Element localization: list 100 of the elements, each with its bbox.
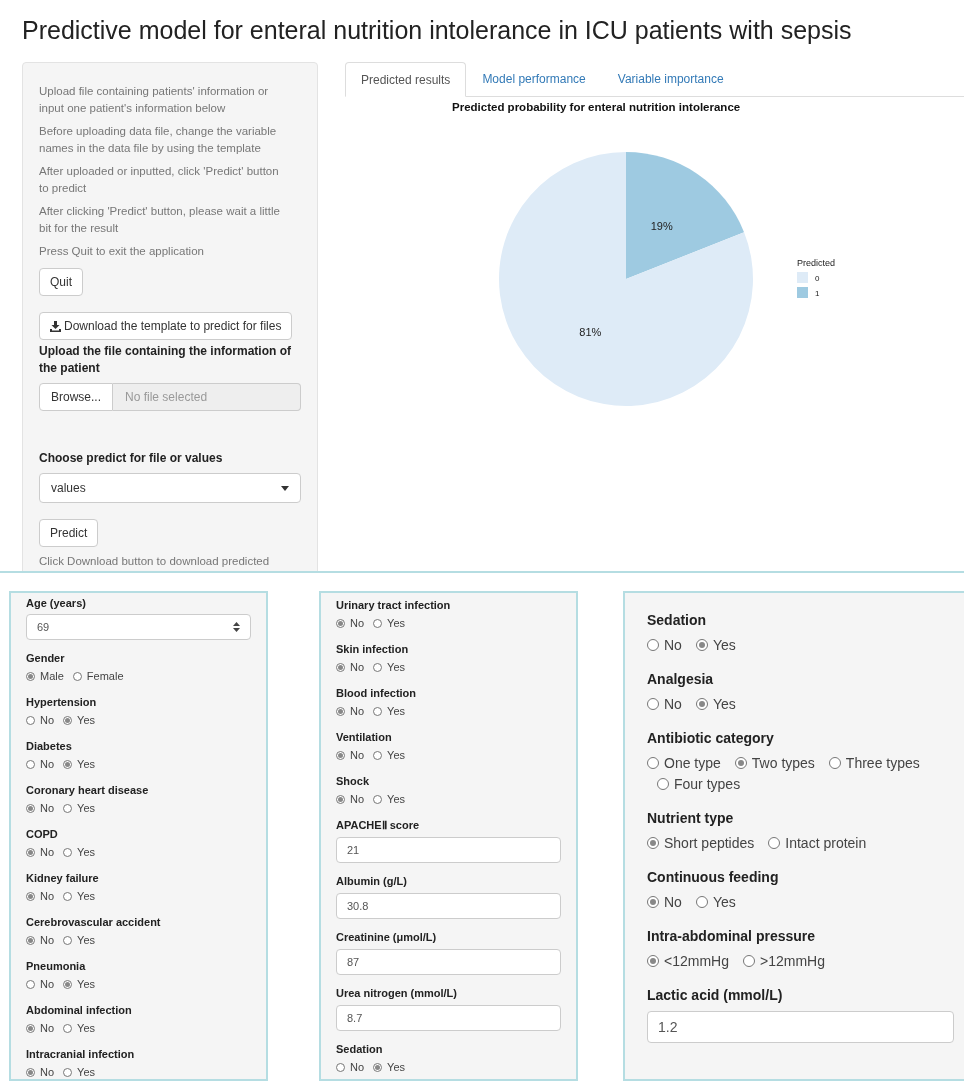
radio-label[interactable]: No [350,704,365,719]
radio-label[interactable]: Yes [77,845,95,860]
radio-button[interactable] [695,896,708,908]
input-field[interactable]: 8.7 [336,1005,561,1031]
radio-label[interactable]: Yes [77,713,95,728]
input-field[interactable]: 30.8 [336,893,561,919]
radio-button[interactable] [373,707,383,716]
radio-button[interactable] [695,639,708,651]
radio-label[interactable]: Yes [77,757,95,772]
radio-button[interactable] [336,751,345,760]
radio-button[interactable] [373,795,383,804]
radio-button[interactable] [63,760,73,769]
radio-label[interactable]: No [350,616,365,631]
mode-select[interactable]: values [39,473,301,503]
radio-button[interactable] [63,1068,73,1077]
radio-label[interactable]: Yes [387,748,405,763]
number-field[interactable]: 69 [26,614,251,640]
tab[interactable]: Model performance [466,62,602,96]
radio-label[interactable]: >12mmHg [759,951,825,971]
radio-label[interactable]: No [664,892,682,912]
radio-button[interactable] [373,751,383,760]
radio-label[interactable]: Yes [77,1065,95,1079]
radio-button[interactable] [336,707,345,716]
input-field[interactable]: 1.2 [647,1011,954,1043]
radio-button[interactable] [373,619,383,628]
radio-label[interactable]: Female [86,669,124,684]
radio-label[interactable]: Yes [77,977,95,992]
radio-label[interactable]: Four types [674,774,741,794]
radio-button[interactable] [26,716,35,725]
radio-button[interactable] [647,896,659,908]
radio-button[interactable] [26,1068,35,1077]
radio-label[interactable]: No [350,1060,365,1075]
radio-button[interactable] [336,663,345,672]
radio-button[interactable] [63,980,73,989]
radio-button[interactable] [26,892,35,901]
radio-label[interactable]: No [40,801,55,816]
radio-label[interactable]: No [40,1021,55,1036]
radio-button[interactable] [647,757,659,769]
radio-label[interactable]: Two types [751,753,815,773]
radio-label[interactable]: One type [664,753,721,773]
radio-label[interactable]: <12mmHg [664,951,729,971]
tab[interactable]: Variable importance [601,62,740,96]
radio-button[interactable] [742,955,755,967]
radio-button[interactable] [828,757,841,769]
radio-button[interactable] [63,848,73,857]
radio-button[interactable] [373,663,383,672]
input-field[interactable]: 21 [336,837,561,863]
predict-button[interactable]: Predict [39,519,99,547]
radio-button[interactable] [26,848,35,857]
radio-label[interactable]: No [350,792,365,807]
radio-label[interactable]: No [664,694,682,714]
radio-button[interactable] [657,778,669,790]
radio-button[interactable] [63,804,73,813]
radio-label[interactable]: No [40,713,55,728]
radio-label[interactable]: No [40,757,55,772]
radio-button[interactable] [63,936,73,945]
radio-label[interactable]: No [664,635,682,655]
radio-button[interactable] [26,980,35,989]
radio-button[interactable] [63,1024,73,1033]
radio-label[interactable]: Yes [77,1021,95,1036]
radio-button[interactable] [26,936,35,945]
radio-button[interactable] [336,1063,345,1072]
radio-label[interactable]: Yes [387,660,405,675]
radio-button[interactable] [63,716,73,725]
radio-label[interactable]: Yes [387,792,405,807]
radio-label[interactable]: Yes [712,892,736,912]
radio-label[interactable]: Yes [712,694,736,714]
radio-button[interactable] [647,698,659,710]
quit-button[interactable]: Quit [39,268,83,296]
radio-label[interactable]: Short peptides [664,833,755,853]
radio-label[interactable]: No [40,1065,55,1079]
radio-label[interactable]: Male [40,669,64,684]
radio-button[interactable] [72,672,82,681]
radio-button[interactable] [26,760,35,769]
radio-button[interactable] [647,837,659,849]
radio-label[interactable]: Yes [77,801,95,816]
radio-button[interactable] [373,1063,383,1072]
radio-button[interactable] [647,639,659,651]
radio-button[interactable] [336,795,345,804]
radio-button[interactable] [26,672,35,681]
radio-button[interactable] [768,837,781,849]
radio-label[interactable]: Yes [387,704,405,719]
radio-label[interactable]: No [350,748,365,763]
radio-button[interactable] [63,892,73,901]
radio-label[interactable]: No [40,933,55,948]
radio-label[interactable]: No [40,845,55,860]
radio-button[interactable] [734,757,747,769]
radio-button[interactable] [695,698,708,710]
radio-label[interactable]: Three types [845,753,920,773]
input-field[interactable]: 87 [336,949,561,975]
spinner-icon[interactable] [233,622,240,632]
radio-button[interactable] [647,955,659,967]
radio-button[interactable] [336,619,345,628]
radio-label[interactable]: Yes [712,635,736,655]
radio-label[interactable]: No [40,889,55,904]
radio-label[interactable]: Intact protein [785,833,867,853]
radio-button[interactable] [26,804,35,813]
radio-label[interactable]: No [40,977,55,992]
radio-button[interactable] [26,1024,35,1033]
download-template-button[interactable]: Download the template to predict for files [39,312,293,340]
